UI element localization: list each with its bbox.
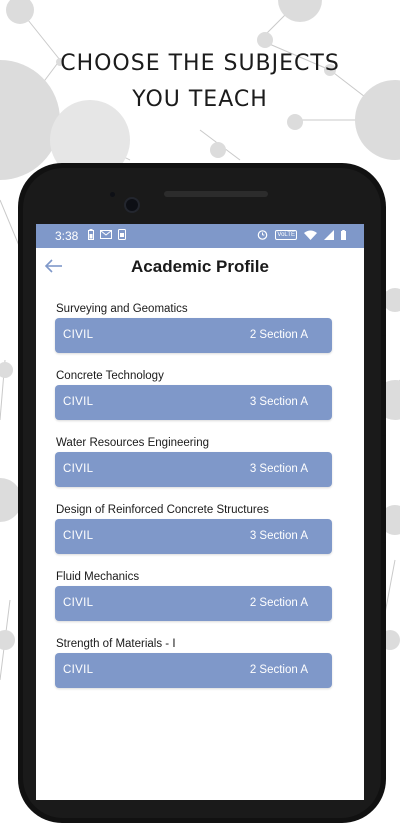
wifi-icon [304, 230, 317, 240]
department-label: CIVIL [63, 530, 94, 542]
phone-speaker [164, 191, 268, 197]
subject-item: Water Resources Engineering CIVIL 3 Sect… [55, 434, 333, 487]
status-notification-icons [88, 229, 126, 240]
signal-icon [324, 229, 334, 240]
subject-item: Concrete Technology CIVIL 3 Section A [55, 367, 333, 420]
section-label: 3 Section A [249, 530, 308, 542]
department-label: CIVIL [63, 396, 94, 408]
battery-icon [88, 229, 94, 240]
promo-headline-line2: YOU TEACH [132, 87, 268, 112]
status-time: 3:38 [55, 229, 79, 243]
battery-level-icon [341, 229, 346, 240]
subject-card[interactable]: CIVIL 2 Section A [55, 586, 332, 621]
subject-name: Strength of Materials - I [56, 638, 176, 650]
subject-name: Surveying and Geomatics [56, 303, 188, 315]
subject-name: Fluid Mechanics [56, 571, 140, 583]
subject-item: Surveying and Geomatics CIVIL 2 Section … [55, 300, 333, 353]
subject-card[interactable]: CIVIL 3 Section A [55, 519, 332, 554]
page-title: Academic Profile [131, 257, 269, 276]
alarm-icon [258, 230, 268, 240]
app-bar: Academic Profile [36, 248, 364, 288]
subject-card[interactable]: CIVIL 3 Section A [55, 452, 332, 487]
subject-item: Design of Reinforced Concrete Structures… [55, 501, 333, 554]
power-button [382, 335, 386, 383]
volume-button [382, 435, 386, 543]
front-sensor [110, 192, 115, 197]
subject-list: Surveying and Geomatics CIVIL 2 Section … [55, 300, 333, 702]
department-label: CIVIL [63, 463, 94, 475]
subject-item: Strength of Materials - I CIVIL 2 Sectio… [55, 635, 333, 688]
volte-badge: VoLTE [275, 229, 297, 240]
department-label: CIVIL [63, 664, 94, 676]
subject-card[interactable]: CIVIL 2 Section A [55, 653, 332, 688]
subject-name: Concrete Technology [56, 370, 164, 382]
app-screen: 3:38 VoLTE Academic Profile Surveying an… [36, 224, 364, 800]
mail-icon [100, 230, 112, 239]
department-label: CIVIL [63, 597, 94, 609]
section-label: 2 Section A [249, 597, 308, 609]
subject-name: Design of Reinforced Concrete Structures [56, 504, 269, 516]
section-label: 2 Section A [249, 329, 308, 341]
promo-headline-line1: CHOOSE THE SUBJECTS [60, 51, 340, 76]
section-label: 3 Section A [249, 396, 308, 408]
subject-card[interactable]: CIVIL 3 Section A [55, 385, 332, 420]
department-label: CIVIL [63, 329, 94, 341]
promo-headline: CHOOSE THE SUBJECTS YOU TEACH [0, 46, 400, 118]
sim-icon [118, 229, 126, 240]
subject-item: Fluid Mechanics CIVIL 2 Section A [55, 568, 333, 621]
front-camera [124, 197, 140, 213]
status-bar: 3:38 VoLTE [36, 224, 364, 248]
subject-card[interactable]: CIVIL 2 Section A [55, 318, 332, 353]
section-label: 2 Section A [249, 664, 308, 676]
section-label: 3 Section A [249, 463, 308, 475]
subject-name: Water Resources Engineering [56, 437, 209, 449]
status-system-icons: VoLTE [257, 229, 346, 240]
